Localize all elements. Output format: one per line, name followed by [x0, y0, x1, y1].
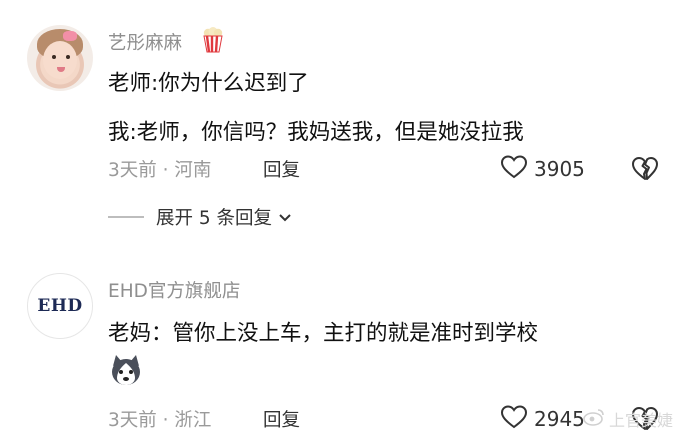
- comment-text: 老师:你为什么迟到了: [108, 71, 309, 96]
- watermark: 上官美婕: [583, 407, 673, 431]
- reply-button[interactable]: 回复: [263, 156, 300, 182]
- husky-sticker-icon: [108, 352, 144, 388]
- comment-text: 我:老师，你信吗？我妈送我，但是她没拉我: [108, 120, 524, 145]
- watermark-text: 上官美婕: [609, 411, 674, 430]
- like-count: 3905: [534, 157, 585, 181]
- divider: [108, 216, 144, 218]
- chevron-down-icon: [278, 208, 292, 227]
- comment-text: 老妈：管你上没上车，主打的就是准时到学校: [108, 321, 539, 346]
- avatar[interactable]: EHD: [27, 273, 93, 339]
- like-button[interactable]: 2945: [500, 404, 585, 434]
- expand-replies-label: 展开 5 条回复: [156, 208, 273, 229]
- username[interactable]: 艺彤麻麻: [108, 29, 182, 55]
- avatar-logo-text: EHD: [37, 296, 83, 316]
- reply-button[interactable]: 回复: [263, 406, 300, 432]
- comment-meta: 3天前 · 浙江: [108, 410, 212, 431]
- comment-meta: 3天前 · 河南: [108, 160, 212, 181]
- broken-heart-icon: [632, 157, 658, 180]
- like-button[interactable]: 3905: [500, 154, 585, 184]
- heart-icon: [500, 154, 528, 184]
- avatar[interactable]: [27, 25, 93, 91]
- popcorn-icon: [202, 27, 224, 57]
- expand-replies-button[interactable]: 展开 5 条回复: [108, 204, 292, 230]
- dislike-button[interactable]: [630, 154, 660, 186]
- weibo-icon: [583, 408, 605, 430]
- heart-icon: [500, 404, 528, 434]
- username[interactable]: EHD官方旗舰店: [108, 277, 240, 303]
- like-count: 2945: [534, 407, 585, 431]
